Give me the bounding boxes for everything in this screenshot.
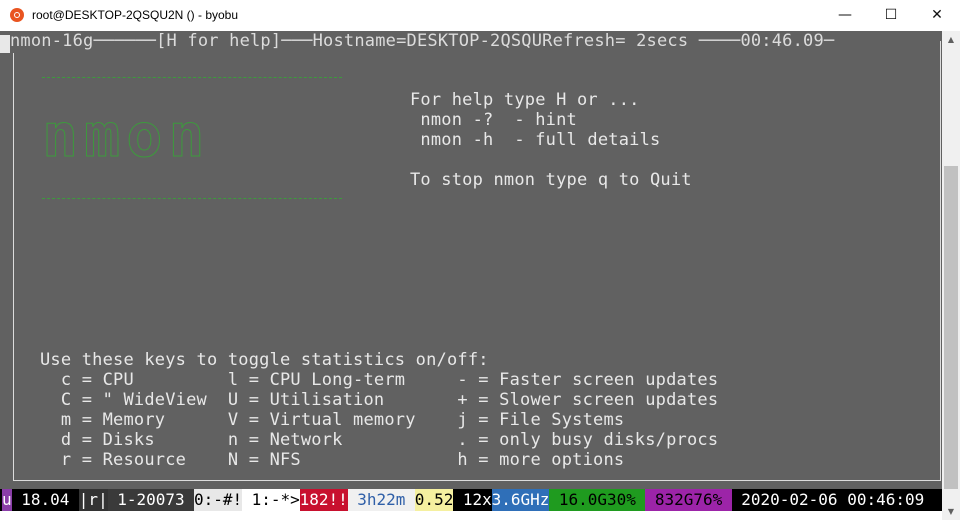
key-line: m = Memory V = Virtual memory j = File S… xyxy=(40,410,625,430)
terminal-pane[interactable]: nmon-16g──────[H for help]───Hostname=DE… xyxy=(0,31,942,489)
status-segment: 18.04 xyxy=(11,489,80,511)
status-segment: 16.0G30% xyxy=(549,489,646,511)
frame-border-bottom xyxy=(13,480,941,481)
scroll-thumb[interactable] xyxy=(944,166,958,489)
status-segment: 2020-02-06 00:46:09 xyxy=(731,489,925,511)
key-line: r = Resource N = NFS h = more options xyxy=(40,450,625,470)
help-line: nmon -? - hint xyxy=(410,110,577,130)
logo-rule-bottom xyxy=(42,198,342,199)
scroll-up-icon[interactable]: ▲ xyxy=(942,31,960,48)
terminal-cursor xyxy=(0,35,10,53)
status-segment: 3h22m xyxy=(347,489,416,511)
terminal-window: root@DESKTOP-2QSQU2N () - byobu — ☐ ✕ nm… xyxy=(0,0,960,520)
frame-border-left xyxy=(13,53,14,481)
key-line: c = CPU l = CPU Long-term - = Faster scr… xyxy=(40,370,719,390)
byobu-status-bar: u 18.04 |r| 1-20073 0:-#! 1:-*> 182!! 3h2… xyxy=(0,489,942,511)
status-segment: 0.52 xyxy=(414,489,454,511)
status-segment: 1-20073 xyxy=(107,489,195,511)
title-bar[interactable]: root@DESKTOP-2QSQU2N () - byobu — ☐ ✕ xyxy=(0,0,960,31)
status-segment: 832G76% xyxy=(645,489,732,511)
nmon-logo-text: nmon xyxy=(42,101,211,172)
status-segment: 12x xyxy=(453,489,492,511)
ubuntu-icon xyxy=(10,8,24,22)
help-line: For help type H or ... xyxy=(410,90,640,110)
key-line: C = " WideView U = Utilisation + = Slowe… xyxy=(40,390,719,410)
window-title: root@DESKTOP-2QSQU2N () - byobu xyxy=(32,8,239,22)
status-segment: 182!! xyxy=(299,489,348,511)
maximize-button[interactable]: ☐ xyxy=(868,0,914,31)
status-segment: |r| xyxy=(78,489,108,511)
close-button[interactable]: ✕ xyxy=(914,0,960,31)
vertical-scrollbar[interactable]: ▲ ▼ xyxy=(942,31,960,520)
key-line: d = Disks n = Network . = only busy disk… xyxy=(40,430,719,450)
nmon-logo: nmon xyxy=(42,101,334,172)
minimize-button[interactable]: — xyxy=(822,0,868,31)
status-segment: 1:-*> xyxy=(242,489,300,511)
status-segment: u xyxy=(2,489,12,511)
scroll-down-icon[interactable]: ▼ xyxy=(942,503,960,520)
frame-border-right xyxy=(940,41,941,481)
status-segment: 3.6GHz xyxy=(491,489,550,511)
help-line: To stop nmon type q to Quit xyxy=(410,170,692,190)
window-bottom-edge xyxy=(0,511,942,520)
logo-rule-top xyxy=(42,77,342,78)
status-segment: 0:-#! xyxy=(194,489,243,511)
nmon-header: nmon-16g──────[H for help]───Hostname=DE… xyxy=(10,31,835,51)
keys-title: Use these keys to toggle statistics on/o… xyxy=(40,350,489,370)
help-line: nmon -h - full details xyxy=(410,130,661,150)
